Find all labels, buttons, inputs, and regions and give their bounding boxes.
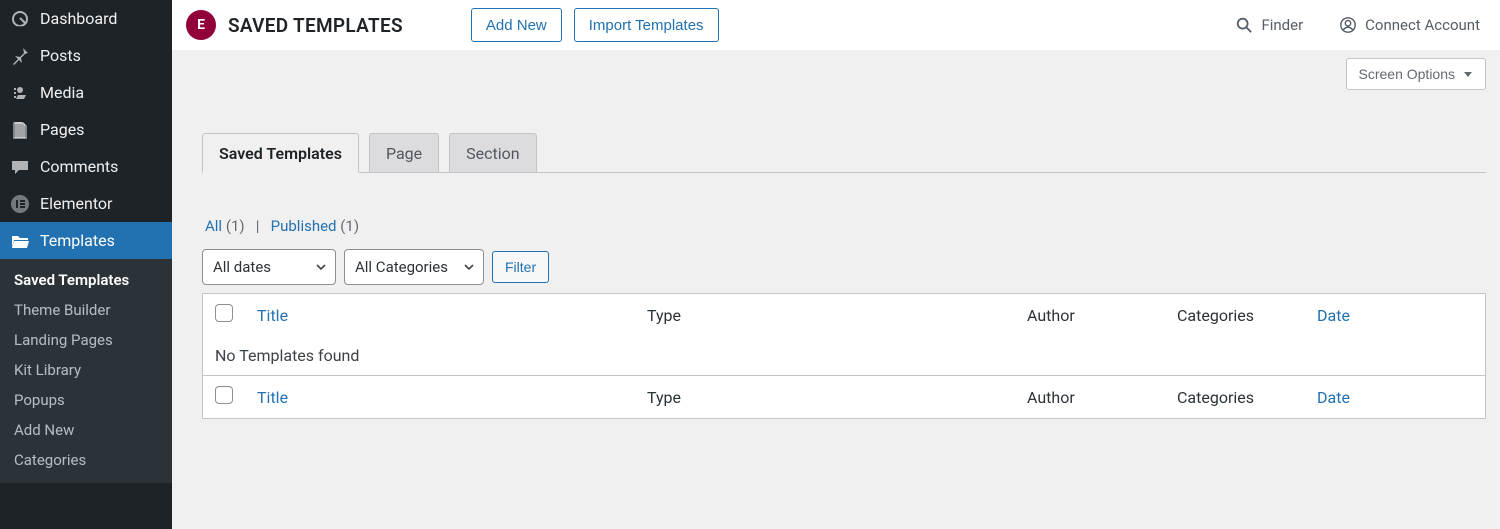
chevron-down-icon — [463, 261, 475, 273]
connect-account-label: Connect Account — [1365, 16, 1480, 34]
tab-section[interactable]: Section — [449, 133, 536, 173]
screen-options-button[interactable]: Screen Options — [1346, 58, 1487, 90]
submenu-saved-templates[interactable]: Saved Templates — [0, 265, 172, 295]
col-title-foot[interactable]: Title — [257, 388, 288, 407]
connect-account-button[interactable]: Connect Account — [1339, 16, 1480, 34]
select-all-bottom-checkbox[interactable] — [215, 386, 233, 404]
sidebar-item-comments[interactable]: Comments — [0, 148, 172, 185]
sidebar-item-dashboard[interactable]: Dashboard — [0, 0, 172, 37]
col-categories: Categories — [1177, 306, 1254, 325]
chevron-down-icon — [315, 261, 327, 273]
screen-options-label: Screen Options — [1359, 66, 1456, 82]
filter-row: All dates All Categories Filter — [202, 249, 1486, 285]
elementor-icon — [10, 194, 30, 214]
sidebar-submenu-templates: Saved Templates Theme Builder Landing Pa… — [0, 259, 172, 483]
submenu-theme-builder[interactable]: Theme Builder — [0, 295, 172, 325]
sidebar-item-label: Dashboard — [40, 9, 117, 28]
finder-button[interactable]: Finder — [1235, 16, 1303, 34]
page-icon — [10, 120, 30, 140]
col-author: Author — [1027, 306, 1075, 325]
pin-icon — [10, 46, 30, 66]
submenu-popups[interactable]: Popups — [0, 385, 172, 415]
sidebar-item-elementor[interactable]: Elementor — [0, 185, 172, 222]
sidebar-item-label: Comments — [40, 157, 118, 176]
table-header-row: Title Type Author Categories Date — [203, 294, 1486, 337]
table-footer-row: Title Type Author Categories Date — [203, 376, 1486, 419]
top-bar: E SAVED TEMPLATES Add New Import Templat… — [172, 0, 1500, 50]
finder-label: Finder — [1261, 16, 1303, 34]
import-templates-button[interactable]: Import Templates — [574, 8, 719, 42]
sidebar-item-templates[interactable]: Templates — [0, 222, 172, 259]
submenu-kit-library[interactable]: Kit Library — [0, 355, 172, 385]
date-filter-value: All dates — [213, 258, 271, 276]
triangle-down-icon — [1463, 66, 1473, 82]
user-circle-icon — [1339, 16, 1357, 34]
gauge-icon — [10, 9, 30, 29]
sidebar-item-label: Pages — [40, 120, 84, 139]
sidebar-item-posts[interactable]: Posts — [0, 37, 172, 74]
filter-separator: | — [256, 217, 260, 235]
submenu-landing-pages[interactable]: Landing Pages — [0, 325, 172, 355]
col-author-foot: Author — [1027, 388, 1075, 407]
sidebar-item-label: Elementor — [40, 194, 112, 213]
date-filter-select[interactable]: All dates — [202, 249, 336, 285]
tab-row: Saved Templates Page Section — [202, 132, 1486, 173]
filter-published-count: (1) — [340, 217, 359, 235]
sidebar-item-label: Templates — [40, 231, 115, 250]
tab-page[interactable]: Page — [369, 133, 439, 173]
filter-all-count: (1) — [226, 217, 245, 235]
templates-table: Title Type Author Categories Date No Tem… — [202, 293, 1486, 419]
sidebar-item-media[interactable]: Media — [0, 74, 172, 111]
col-categories-foot: Categories — [1177, 388, 1254, 407]
submenu-add-new[interactable]: Add New — [0, 415, 172, 445]
col-title[interactable]: Title — [257, 306, 288, 325]
col-type-foot: Type — [647, 388, 681, 407]
table-empty-row: No Templates found — [203, 336, 1486, 376]
sidebar-item-label: Media — [40, 83, 84, 102]
tab-saved-templates[interactable]: Saved Templates — [202, 133, 359, 173]
sidebar-item-label: Posts — [40, 46, 81, 65]
select-all-top-checkbox[interactable] — [215, 304, 233, 322]
page-title: SAVED TEMPLATES — [228, 14, 403, 37]
search-icon — [1235, 16, 1253, 34]
filter-published-link[interactable]: Published — [271, 217, 337, 235]
category-filter-select[interactable]: All Categories — [344, 249, 484, 285]
chat-icon — [10, 157, 30, 177]
add-new-button[interactable]: Add New — [471, 8, 562, 42]
table-empty-message: No Templates found — [203, 336, 1486, 376]
filter-button[interactable]: Filter — [492, 251, 549, 283]
col-type: Type — [647, 306, 681, 325]
admin-sidebar: Dashboard Posts Media Pages Comments Ele… — [0, 0, 172, 529]
category-filter-value: All Categories — [355, 258, 448, 276]
submenu-categories[interactable]: Categories — [0, 445, 172, 475]
col-date[interactable]: Date — [1317, 306, 1350, 325]
folder-open-icon — [10, 231, 30, 251]
main-content: E SAVED TEMPLATES Add New Import Templat… — [172, 0, 1500, 529]
media-icon — [10, 83, 30, 103]
elementor-badge-icon: E — [186, 10, 216, 40]
col-date-foot[interactable]: Date — [1317, 388, 1350, 407]
sidebar-item-pages[interactable]: Pages — [0, 111, 172, 148]
filter-all-link[interactable]: All — [205, 217, 222, 235]
status-filter-row: All (1) | Published (1) — [202, 217, 1486, 235]
